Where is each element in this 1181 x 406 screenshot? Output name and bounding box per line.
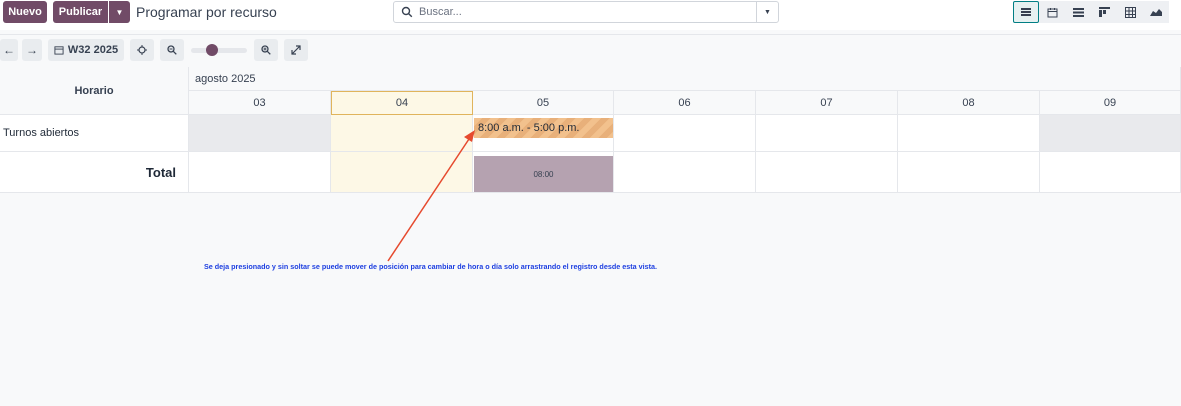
kanban-icon [1098, 7, 1110, 17]
total-cell [189, 152, 331, 193]
gantt-view-button[interactable] [1013, 1, 1039, 23]
view-switcher [1013, 1, 1169, 23]
next-button[interactable]: → [22, 39, 42, 61]
total-label: Total [0, 152, 189, 193]
expand-button[interactable] [284, 39, 308, 61]
arrow-left-icon: ← [3, 43, 15, 57]
zoom-slider-knob[interactable] [206, 44, 218, 56]
header-divider [0, 34, 1181, 35]
publish-button[interactable]: Publicar [53, 1, 108, 23]
gantt-cell[interactable] [189, 115, 331, 152]
crosshair-icon [137, 45, 147, 55]
gantt-toolbar: ← → W32 2025 [0, 39, 400, 62]
gantt-icon [1021, 8, 1031, 16]
day-header: 07 [756, 91, 898, 115]
expand-icon [291, 45, 301, 55]
annotation-text: Se deja presionado y sin soltar se puede… [204, 262, 657, 271]
calendar-view-button[interactable] [1039, 1, 1065, 23]
page-title: Programar por recurso [136, 4, 277, 20]
week-label: W32 2025 [67, 44, 119, 56]
new-button[interactable]: Nuevo [3, 1, 47, 23]
search-placeholder: Buscar... [419, 6, 462, 18]
day-header: 09 [1040, 91, 1181, 115]
total-cell-today [331, 152, 473, 193]
gantt-cell[interactable] [614, 115, 756, 152]
zoom-out-icon [167, 45, 177, 55]
gantt-cell-today[interactable] [331, 115, 473, 152]
list-icon [1072, 7, 1084, 17]
day-header: 05 [473, 91, 614, 115]
graph-icon [1150, 9, 1162, 16]
pivot-icon [1124, 6, 1136, 18]
calendar-icon [1047, 7, 1057, 17]
today-button[interactable] [130, 39, 154, 61]
row-label[interactable]: Turnos abiertos [0, 115, 189, 152]
week-picker-button[interactable]: W32 2025 [48, 39, 124, 61]
search-icon [401, 6, 413, 18]
graph-view-button[interactable] [1143, 1, 1169, 23]
search-options-toggle[interactable]: ▼ [756, 2, 778, 22]
shift-pill[interactable]: 8:00 a.m. - 5:00 p.m. [474, 118, 613, 138]
control-panel: Nuevo Publicar ▼ Programar por recurso B… [0, 0, 1181, 30]
gantt-cell[interactable] [1040, 115, 1181, 152]
arrow-right-icon: → [26, 43, 38, 57]
row-header-title: Horario [0, 67, 189, 115]
total-hours-bar: 08:00 [474, 156, 613, 192]
search-input[interactable]: Buscar... ▼ [393, 1, 779, 23]
previous-button[interactable]: ← [0, 39, 18, 61]
pivot-view-button[interactable] [1117, 1, 1143, 23]
zoom-out-button[interactable] [160, 39, 184, 61]
day-header: 06 [614, 91, 756, 115]
day-header-today: 04 [331, 91, 473, 115]
kanban-view-button[interactable] [1091, 1, 1117, 23]
caret-down-icon: ▼ [115, 7, 124, 17]
gantt-cell[interactable] [756, 115, 898, 152]
publish-dropdown-button[interactable]: ▼ [109, 1, 130, 23]
month-header: agosto 2025 [189, 67, 1181, 91]
calendar-icon [54, 46, 64, 55]
day-header: 08 [898, 91, 1040, 115]
list-view-button[interactable] [1065, 1, 1091, 23]
caret-down-icon: ▼ [764, 8, 771, 16]
total-cell [1040, 152, 1181, 193]
zoom-slider-track[interactable] [191, 48, 247, 53]
total-cell [756, 152, 898, 193]
zoom-in-icon [261, 45, 271, 55]
total-cell [614, 152, 756, 193]
day-header: 03 [189, 91, 331, 115]
gantt-cell[interactable] [898, 115, 1040, 152]
zoom-in-button[interactable] [254, 39, 278, 61]
total-cell [898, 152, 1040, 193]
